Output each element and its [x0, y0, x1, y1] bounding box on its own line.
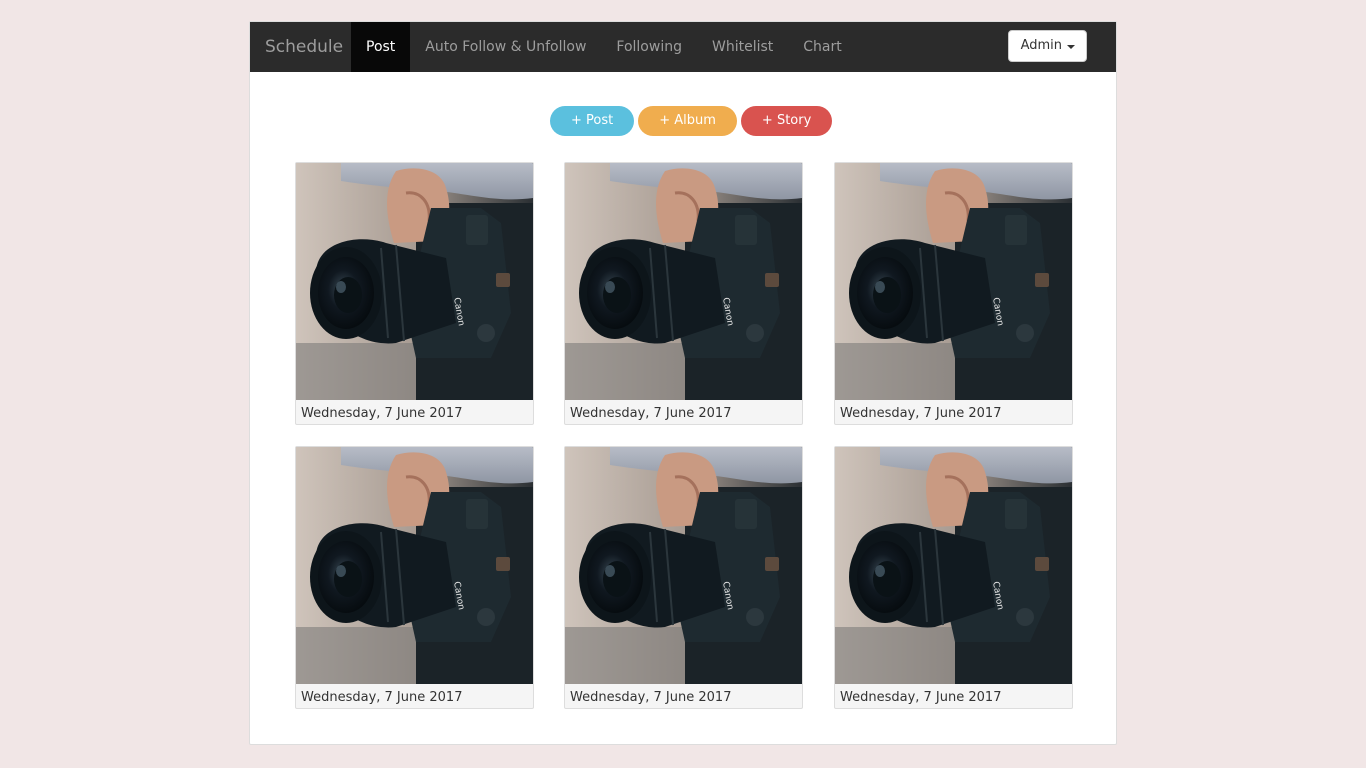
- user-menu-button[interactable]: Admin: [1007, 30, 1087, 62]
- add-album-button[interactable]: + Album: [638, 106, 737, 136]
- post-photo: Canon: [296, 163, 533, 400]
- add-story-button[interactable]: + Story: [740, 106, 833, 136]
- post-photo: Canon: [835, 447, 1072, 684]
- post-card[interactable]: Canon Wednesday, 7 June 2017: [834, 446, 1073, 709]
- post-date: Wednesday, 7 June 2017: [301, 690, 463, 705]
- post-date: Wednesday, 7 June 2017: [301, 406, 463, 421]
- post-photo: Canon: [835, 163, 1072, 400]
- post-card[interactable]: Canon Wednesday, 7 June 2017: [295, 162, 534, 425]
- post-date: Wednesday, 7 June 2017: [840, 406, 1002, 421]
- add-post-button[interactable]: + Post: [550, 106, 635, 136]
- user-menu-label: Admin: [1020, 38, 1062, 53]
- nav-item-post[interactable]: Post: [351, 22, 411, 72]
- nav-menu: Post Auto Follow & Unfollow Following Wh…: [351, 22, 857, 72]
- nav-item-whitelist[interactable]: Whitelist: [697, 22, 788, 72]
- nav-item-auto-follow-unfollow[interactable]: Auto Follow & Unfollow: [410, 22, 601, 72]
- post-photo: Canon: [296, 447, 533, 684]
- post-date: Wednesday, 7 June 2017: [570, 406, 732, 421]
- nav-item-chart[interactable]: Chart: [788, 22, 856, 72]
- navbar: Schedule Post Auto Follow & Unfollow Fol…: [250, 22, 1116, 72]
- action-buttons: + Post + Album + Story: [550, 106, 833, 136]
- post-photo: Canon: [565, 163, 802, 400]
- post-card[interactable]: Canon Wednesday, 7 June 2017: [564, 446, 803, 709]
- post-card[interactable]: Canon Wednesday, 7 June 2017: [295, 446, 534, 709]
- post-card[interactable]: Canon Wednesday, 7 June 2017: [834, 162, 1073, 425]
- post-card[interactable]: Canon Wednesday, 7 June 2017: [564, 162, 803, 425]
- brand[interactable]: Schedule: [265, 22, 343, 72]
- post-date: Wednesday, 7 June 2017: [570, 690, 732, 705]
- nav-item-following[interactable]: Following: [601, 22, 697, 72]
- app-panel: Schedule Post Auto Follow & Unfollow Fol…: [249, 21, 1117, 745]
- post-date: Wednesday, 7 June 2017: [840, 690, 1002, 705]
- post-photo: Canon: [565, 447, 802, 684]
- caret-down-icon: [1067, 44, 1075, 49]
